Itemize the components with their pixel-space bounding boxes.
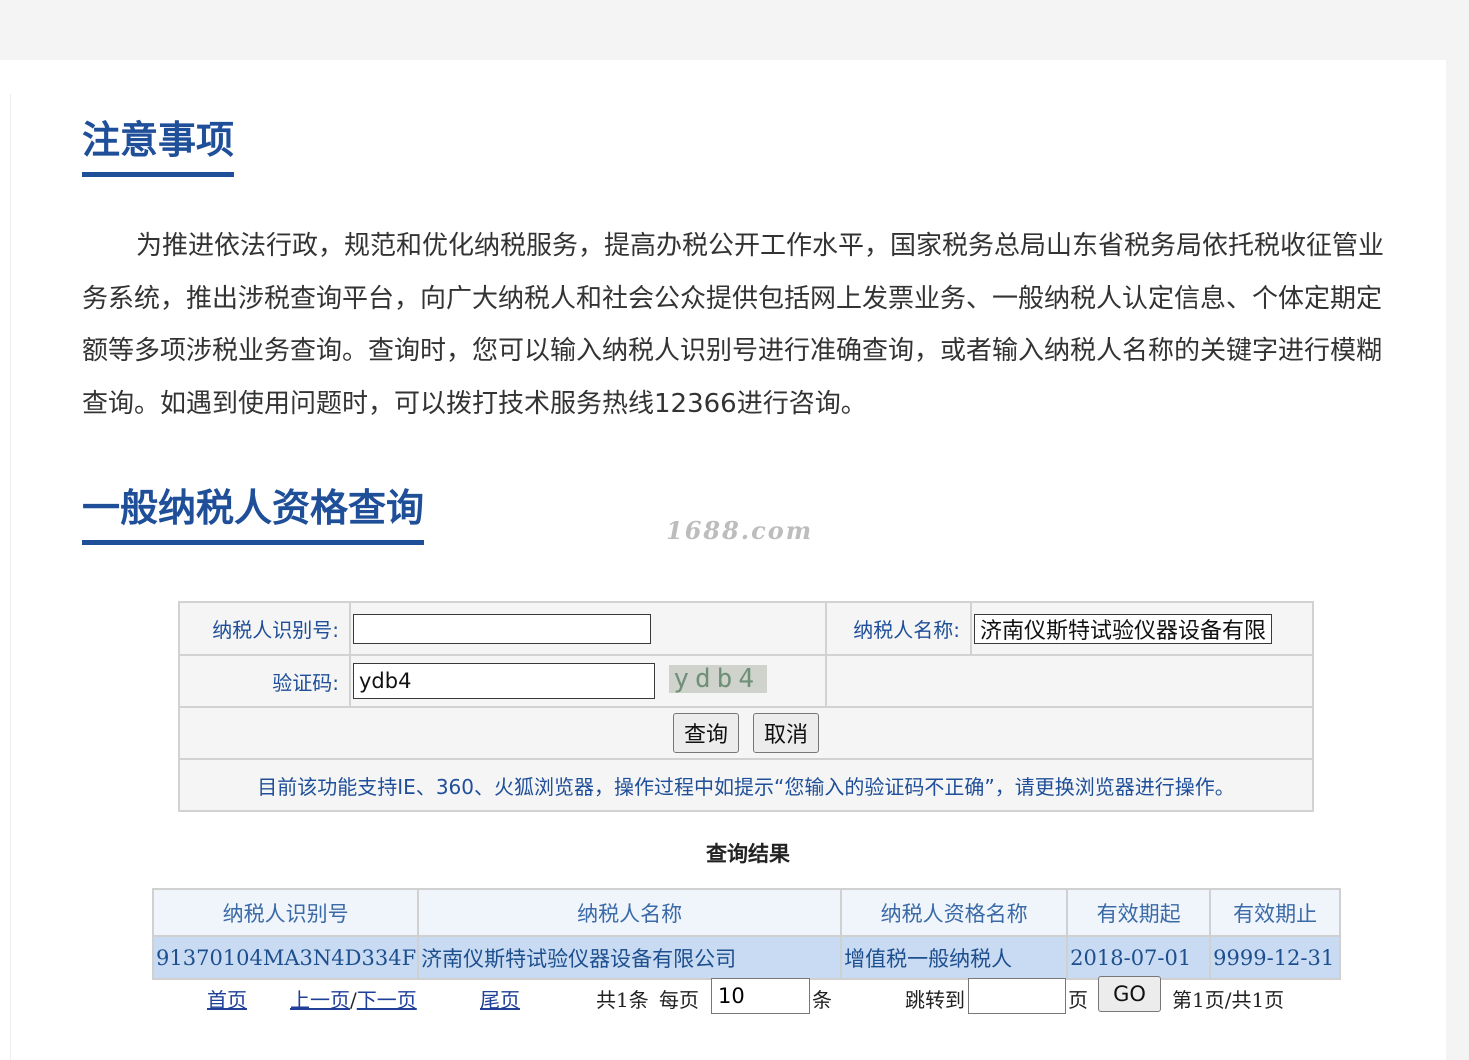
column-header[interactable]: 纳税人识别号 xyxy=(151,888,420,937)
results-title: 查询结果 xyxy=(706,841,790,866)
taxpayer-name-label: 纳税人名称: xyxy=(825,601,972,656)
first-page-link[interactable]: 首页 xyxy=(207,984,247,1013)
per-page-input[interactable] xyxy=(711,978,810,1014)
query-button[interactable]: 查询 xyxy=(672,713,739,753)
browser-notice: 目前该功能支持IE、360、火狐浏览器，操作过程中如提示“您输入的验证码不正确”… xyxy=(178,758,1314,812)
pagination: 首页 上一页/下一页 尾页 共1条 每页 条 跳转到 页 GO 第1页/共1页 xyxy=(0,976,1469,1016)
cell-taxpayer-id: 91370104MA3N4D334F xyxy=(151,935,420,980)
query-heading: 一般纳税人资格查询 xyxy=(82,486,425,545)
cancel-button[interactable]: 取消 xyxy=(753,713,820,753)
per-page-unit: 条 xyxy=(812,988,832,1012)
next-page-link[interactable]: 下一页 xyxy=(357,988,417,1012)
empty-cell xyxy=(825,654,1314,708)
column-header[interactable]: 纳税人名称 xyxy=(417,888,843,937)
taxpayer-id-label: 纳税人识别号: xyxy=(178,601,351,656)
column-header[interactable]: 有效期起 xyxy=(1066,888,1212,937)
cell-valid-to: 9999-12-31 xyxy=(1209,935,1341,980)
results-table: 纳税人识别号 纳税人名称 纳税人资格名称 有效期起 有效期止 91370104M… xyxy=(151,888,1341,980)
captcha-cell: ydb4 xyxy=(349,654,827,708)
taxpayer-name-input[interactable] xyxy=(974,613,1272,644)
column-header[interactable]: 纳税人资格名称 xyxy=(840,888,1069,937)
taxpayer-id-cell xyxy=(349,601,827,656)
jump-label: 跳转到 xyxy=(905,988,965,1012)
captcha-image[interactable]: ydb4 xyxy=(669,664,768,693)
prev-next-group: 上一页/下一页 xyxy=(290,984,417,1013)
table-row[interactable]: 91370104MA3N4D334F 济南仪斯特试验仪器设备有限公司 增值税一般… xyxy=(151,935,1341,980)
last-page-link[interactable]: 尾页 xyxy=(480,984,520,1013)
pager-separator: / xyxy=(350,988,357,1012)
taxpayer-name-cell xyxy=(970,601,1314,656)
results-header-row: 纳税人识别号 纳税人名称 纳税人资格名称 有效期起 有效期止 xyxy=(151,888,1341,937)
prev-page-link[interactable]: 上一页 xyxy=(290,988,350,1012)
page-status: 第1页/共1页 xyxy=(1172,988,1285,1012)
captcha-input[interactable] xyxy=(353,663,655,699)
watermark: 1688.com xyxy=(666,516,814,545)
panel-divider xyxy=(10,94,11,1060)
jump-page-unit: 页 xyxy=(1068,988,1088,1012)
notice-paragraph: 为推进依法行政，规范和优化纳税服务，提高办税公开工作水平，国家税务总局山东省税务… xyxy=(82,231,1385,419)
taxpayer-id-input[interactable] xyxy=(353,613,651,644)
captcha-label: 验证码: xyxy=(178,654,351,708)
button-row: 查询 取消 xyxy=(178,706,1314,760)
column-header[interactable]: 有效期止 xyxy=(1209,888,1341,937)
go-button[interactable]: GO xyxy=(1098,976,1161,1012)
cell-taxpayer-name: 济南仪斯特试验仪器设备有限公司 xyxy=(417,935,843,980)
total-count: 共1条 xyxy=(596,988,649,1012)
per-page-label: 每页 xyxy=(659,988,699,1012)
query-form: 纳税人识别号: 纳税人名称: 验证码: ydb4 查询取消 目前该功能支持IE、… xyxy=(178,601,1314,812)
cell-valid-from: 2018-07-01 xyxy=(1066,935,1212,980)
cell-qualification: 增值税一般纳税人 xyxy=(840,935,1069,980)
jump-page-input[interactable] xyxy=(968,978,1066,1014)
notice-heading: 注意事项 xyxy=(82,118,235,177)
